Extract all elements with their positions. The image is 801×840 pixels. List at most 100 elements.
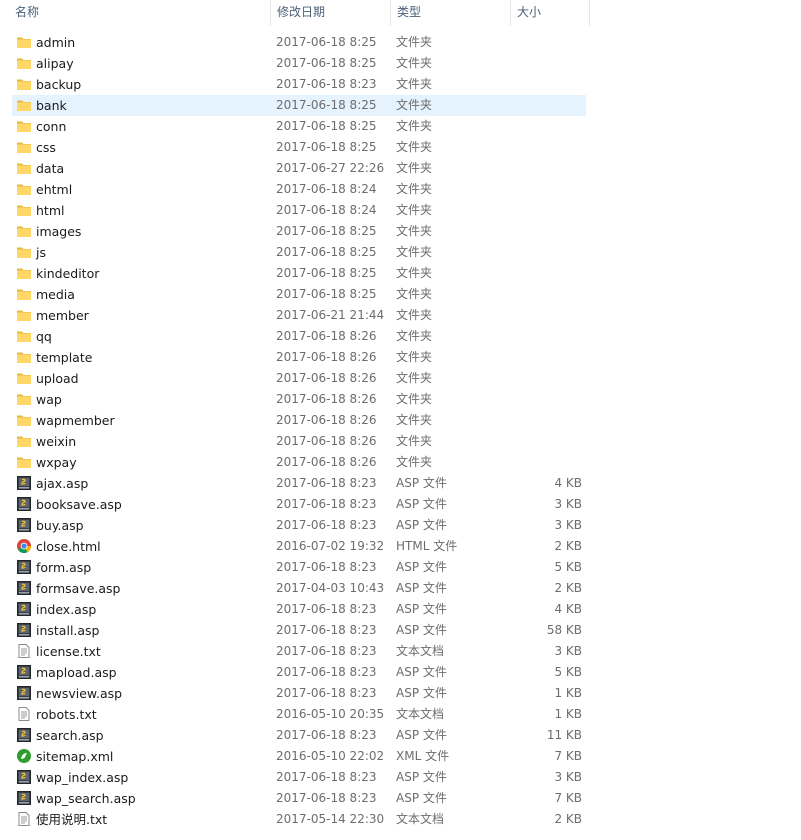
text-file-icon [16, 706, 32, 722]
file-type: ASP 文件 [396, 602, 447, 616]
file-modified-date: 2017-06-18 8:23 [276, 560, 377, 574]
file-size: 11 KB [546, 728, 582, 742]
file-name: form.asp [36, 560, 92, 575]
file-size: 1 KB [554, 707, 582, 721]
folder-row[interactable]: js 2017-06-18 8:25 文件夹 [12, 242, 586, 263]
folder-icon [16, 391, 32, 407]
file-modified-date: 2016-05-10 20:35 [276, 707, 385, 721]
file-name: html [36, 203, 65, 218]
file-row[interactable]: license.txt 2017-06-18 8:23 文本文档 3 KB [12, 641, 586, 662]
folder-icon [16, 307, 32, 323]
column-header-date[interactable]: 修改日期 [270, 0, 390, 26]
folder-row[interactable]: wapmember 2017-06-18 8:26 文件夹 [12, 410, 586, 431]
folder-row[interactable]: wap 2017-06-18 8:26 文件夹 [12, 389, 586, 410]
file-modified-date: 2017-06-18 8:23 [276, 728, 377, 742]
file-type: ASP 文件 [396, 518, 447, 532]
file-type: 文件夹 [396, 434, 433, 448]
file-modified-date: 2017-06-18 8:25 [276, 56, 377, 70]
file-type: ASP 文件 [396, 560, 447, 574]
folder-icon [16, 139, 32, 155]
file-row[interactable]: robots.txt 2016-05-10 20:35 文本文档 1 KB [12, 704, 586, 725]
folder-icon [16, 160, 32, 176]
column-header-name[interactable]: 名称 ^ [8, 0, 270, 26]
file-size: 4 KB [554, 602, 582, 616]
file-name: robots.txt [36, 707, 97, 722]
file-row[interactable]: index.asp 2017-06-18 8:23 ASP 文件 4 KB [12, 599, 586, 620]
file-name: member [36, 308, 89, 323]
folder-row[interactable]: ehtml 2017-06-18 8:24 文件夹 [12, 179, 586, 200]
file-type: ASP 文件 [396, 581, 447, 595]
file-name: upload [36, 371, 79, 386]
file-name: backup [36, 77, 82, 92]
file-size: 2 KB [554, 812, 582, 826]
column-header-type[interactable]: 类型 [390, 0, 510, 26]
file-name: formsave.asp [36, 581, 121, 596]
folder-row[interactable]: member 2017-06-21 21:44 文件夹 [12, 305, 586, 326]
folder-row[interactable]: media 2017-06-18 8:25 文件夹 [12, 284, 586, 305]
file-type: 文件夹 [396, 224, 433, 238]
file-name: wap [36, 392, 62, 407]
file-row[interactable]: search.asp 2017-06-18 8:23 ASP 文件 11 KB [12, 725, 586, 746]
folder-row[interactable]: kindeditor 2017-06-18 8:25 文件夹 [12, 263, 586, 284]
file-row[interactable]: newsview.asp 2017-06-18 8:23 ASP 文件 1 KB [12, 683, 586, 704]
file-name: js [36, 245, 46, 260]
file-type: 文件夹 [396, 350, 433, 364]
file-row[interactable]: close.html 2016-07-02 19:32 HTML 文件 2 KB [12, 536, 586, 557]
folder-row[interactable]: css 2017-06-18 8:25 文件夹 [12, 137, 586, 158]
file-modified-date: 2017-06-18 8:26 [276, 350, 377, 364]
file-size: 7 KB [554, 749, 582, 763]
file-modified-date: 2017-06-18 8:25 [276, 98, 377, 112]
folder-icon [16, 265, 32, 281]
file-row[interactable]: sitemap.xml 2016-05-10 22:02 XML 文件 7 KB [12, 746, 586, 767]
folder-icon [16, 286, 32, 302]
file-modified-date: 2017-06-18 8:23 [276, 770, 377, 784]
asp-file-icon [16, 496, 32, 512]
file-row[interactable]: 使用说明.txt 2017-05-14 22:30 文本文档 2 KB [12, 809, 586, 830]
file-modified-date: 2017-06-18 8:23 [276, 686, 377, 700]
file-modified-date: 2017-06-18 8:23 [276, 644, 377, 658]
folder-row[interactable]: admin 2017-06-18 8:25 文件夹 [12, 32, 586, 53]
file-name: newsview.asp [36, 686, 123, 701]
folder-row[interactable]: data 2017-06-27 22:26 文件夹 [12, 158, 586, 179]
file-row[interactable]: install.asp 2017-06-18 8:23 ASP 文件 58 KB [12, 620, 586, 641]
file-row[interactable]: mapload.asp 2017-06-18 8:23 ASP 文件 5 KB [12, 662, 586, 683]
folder-icon [16, 202, 32, 218]
file-type: ASP 文件 [396, 770, 447, 784]
file-size: 4 KB [554, 476, 582, 490]
file-type: 文件夹 [396, 245, 433, 259]
asp-file-icon [16, 664, 32, 680]
file-row[interactable]: buy.asp 2017-06-18 8:23 ASP 文件 3 KB [12, 515, 586, 536]
column-header-size[interactable]: 大小 [510, 0, 590, 26]
file-row[interactable]: ajax.asp 2017-06-18 8:23 ASP 文件 4 KB [12, 473, 586, 494]
folder-row[interactable]: html 2017-06-18 8:24 文件夹 [12, 200, 586, 221]
folder-row[interactable]: alipay 2017-06-18 8:25 文件夹 [12, 53, 586, 74]
file-row[interactable]: formsave.asp 2017-04-03 10:43 ASP 文件 2 KB [12, 578, 586, 599]
file-type: 文件夹 [396, 182, 433, 196]
file-row[interactable]: form.asp 2017-06-18 8:23 ASP 文件 5 KB [12, 557, 586, 578]
file-name: data [36, 161, 65, 176]
file-modified-date: 2017-06-18 8:25 [276, 266, 377, 280]
folder-row[interactable]: images 2017-06-18 8:25 文件夹 [12, 221, 586, 242]
file-modified-date: 2017-06-18 8:26 [276, 413, 377, 427]
file-name: booksave.asp [36, 497, 122, 512]
asp-file-icon [16, 685, 32, 701]
folder-row[interactable]: template 2017-06-18 8:26 文件夹 [12, 347, 586, 368]
file-name: wapmember [36, 413, 115, 428]
file-name: bank [36, 98, 67, 113]
asp-file-icon [16, 517, 32, 533]
file-row[interactable]: wap_search.asp 2017-06-18 8:23 ASP 文件 7 KB [12, 788, 586, 809]
folder-row[interactable]: qq 2017-06-18 8:26 文件夹 [12, 326, 586, 347]
file-row[interactable]: wap_index.asp 2017-06-18 8:23 ASP 文件 3 KB [12, 767, 586, 788]
folder-row[interactable]: bank 2017-06-18 8:25 文件夹 [12, 95, 586, 116]
file-modified-date: 2017-06-18 8:23 [276, 77, 377, 91]
folder-row[interactable]: upload 2017-06-18 8:26 文件夹 [12, 368, 586, 389]
file-size: 3 KB [554, 518, 582, 532]
folder-row[interactable]: conn 2017-06-18 8:25 文件夹 [12, 116, 586, 137]
file-type: 文件夹 [396, 140, 433, 154]
folder-row[interactable]: weixin 2017-06-18 8:26 文件夹 [12, 431, 586, 452]
column-header-bar: 名称 ^ 修改日期 类型 大小 [0, 0, 801, 26]
file-name: install.asp [36, 623, 100, 638]
folder-row[interactable]: backup 2017-06-18 8:23 文件夹 [12, 74, 586, 95]
folder-row[interactable]: wxpay 2017-06-18 8:26 文件夹 [12, 452, 586, 473]
file-row[interactable]: booksave.asp 2017-06-18 8:23 ASP 文件 3 KB [12, 494, 586, 515]
